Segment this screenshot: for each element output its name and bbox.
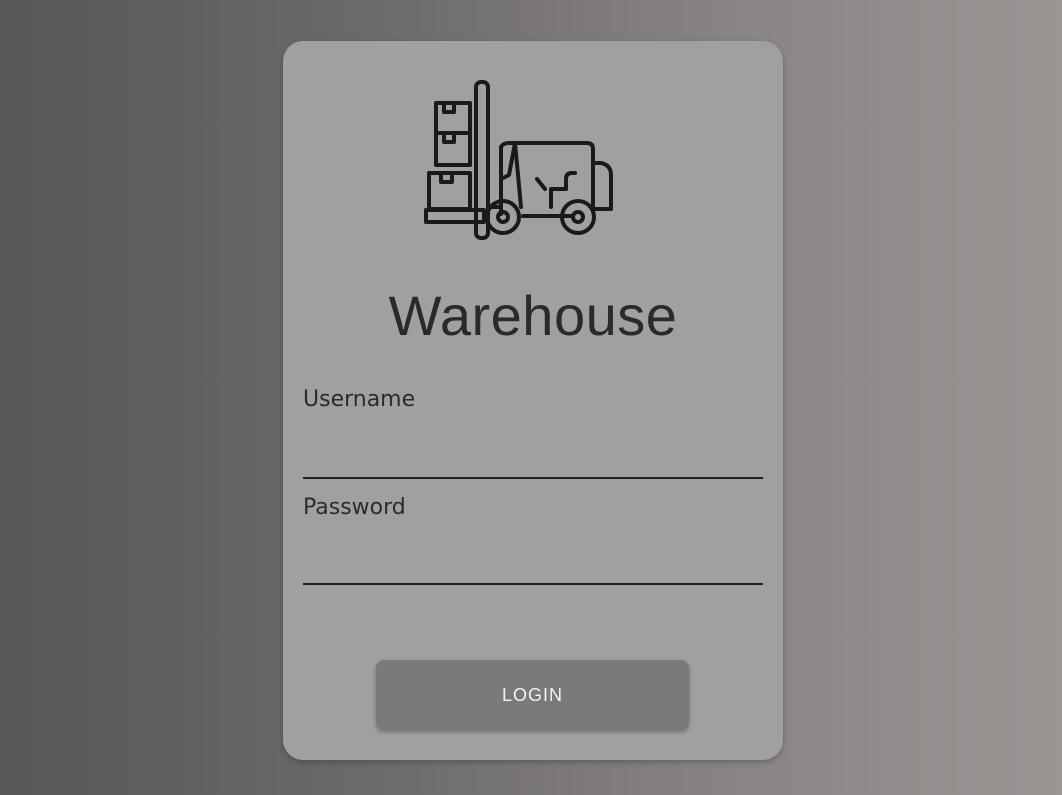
login-button[interactable]: LOGIN [376, 660, 689, 730]
app-title: Warehouse [388, 284, 678, 347]
password-label: Password [303, 495, 406, 520]
forklift-icon [424, 80, 613, 240]
login-card: Warehouse Username Password LOGIN [283, 41, 783, 760]
password-input[interactable] [303, 541, 763, 585]
username-label: Username [303, 387, 416, 412]
username-input[interactable] [303, 435, 763, 479]
